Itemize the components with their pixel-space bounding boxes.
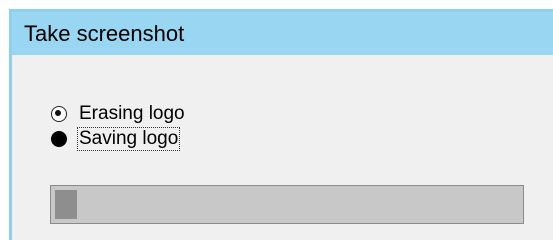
radio-button-checked-icon[interactable] [51,106,67,122]
option-saving-logo[interactable]: Saving logo [51,127,181,151]
option-erasing-logo[interactable]: Erasing logo [51,102,186,126]
progress-fill [55,190,77,219]
screenshot-dialog: Take screenshot Erasing logo Saving logo [9,9,553,240]
dialog-body: Erasing logo Saving logo [12,55,553,240]
option-label: Erasing logo [79,103,185,124]
radio-button-filled-icon[interactable] [51,131,67,147]
title-bar[interactable]: Take screenshot [12,12,553,55]
progress-bar [50,185,524,224]
option-label: Saving logo [76,127,181,151]
window-title: Take screenshot [24,21,185,46]
